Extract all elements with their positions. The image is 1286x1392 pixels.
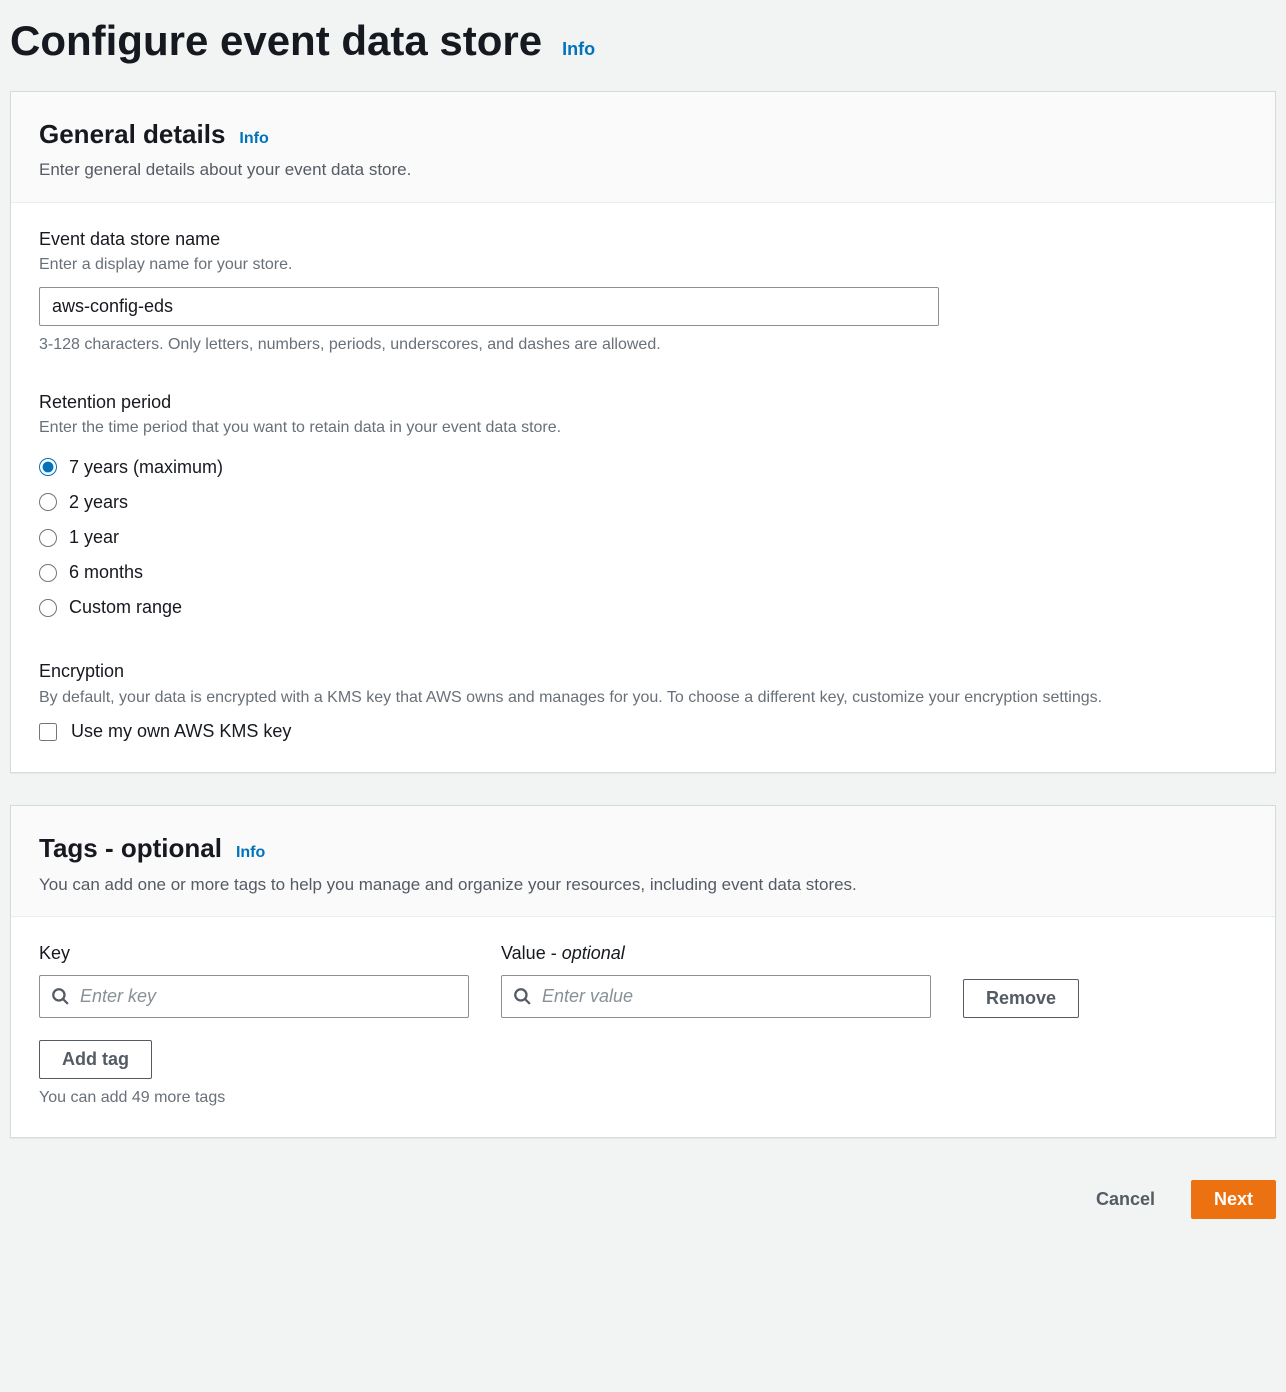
tags-panel: Tags - optional Info You can add one or …	[10, 805, 1276, 1138]
general-description: Enter general details about your event d…	[39, 158, 1247, 182]
kms-checkbox-label[interactable]: Use my own AWS KMS key	[71, 719, 291, 744]
tags-heading: Tags - optional	[39, 830, 222, 866]
retention-radio-custom[interactable]	[39, 599, 57, 617]
retention-radio-7years[interactable]	[39, 458, 57, 476]
kms-checkbox[interactable]	[39, 723, 57, 741]
store-name-input[interactable]	[39, 287, 939, 326]
general-info-link[interactable]: Info	[239, 128, 268, 150]
retention-label-7years[interactable]: 7 years (maximum)	[69, 455, 223, 480]
cancel-button[interactable]: Cancel	[1078, 1181, 1173, 1218]
tags-remaining-text: You can add 49 more tags	[39, 1087, 1247, 1109]
retention-radio-group: 7 years (maximum) 2 years 1 year 6 month…	[39, 450, 1247, 626]
retention-label-2years[interactable]: 2 years	[69, 490, 128, 515]
general-heading: General details	[39, 116, 225, 152]
retention-label: Retention period	[39, 390, 1247, 415]
retention-label-custom[interactable]: Custom range	[69, 595, 182, 620]
footer-actions: Cancel Next	[0, 1170, 1286, 1239]
next-button[interactable]: Next	[1191, 1180, 1276, 1219]
encryption-label: Encryption	[39, 659, 1247, 684]
encryption-hint: By default, your data is encrypted with …	[39, 687, 1247, 709]
tag-value-input[interactable]	[501, 975, 931, 1018]
store-name-hint: Enter a display name for your store.	[39, 254, 1247, 276]
store-name-constraint: 3-128 characters. Only letters, numbers,…	[39, 334, 1247, 356]
retention-radio-1year[interactable]	[39, 529, 57, 547]
store-name-label: Event data store name	[39, 227, 1247, 252]
add-tag-button[interactable]: Add tag	[39, 1040, 152, 1079]
retention-radio-2years[interactable]	[39, 493, 57, 511]
retention-radio-6months[interactable]	[39, 564, 57, 582]
tag-value-optional: optional	[562, 943, 625, 963]
general-details-panel: General details Info Enter general detai…	[10, 91, 1276, 773]
retention-label-6months[interactable]: 6 months	[69, 560, 143, 585]
retention-hint: Enter the time period that you want to r…	[39, 417, 1247, 439]
tags-info-link[interactable]: Info	[236, 842, 265, 864]
remove-tag-button[interactable]: Remove	[963, 979, 1079, 1018]
page-title: Configure event data store	[10, 12, 542, 71]
retention-label-1year[interactable]: 1 year	[69, 525, 119, 550]
page-info-link[interactable]: Info	[562, 37, 595, 62]
tags-description: You can add one or more tags to help you…	[39, 873, 1247, 897]
tag-key-input[interactable]	[39, 975, 469, 1018]
tag-key-label: Key	[39, 941, 469, 966]
tag-value-label: Value - optional	[501, 941, 931, 966]
tag-value-label-text: Value -	[501, 943, 562, 963]
